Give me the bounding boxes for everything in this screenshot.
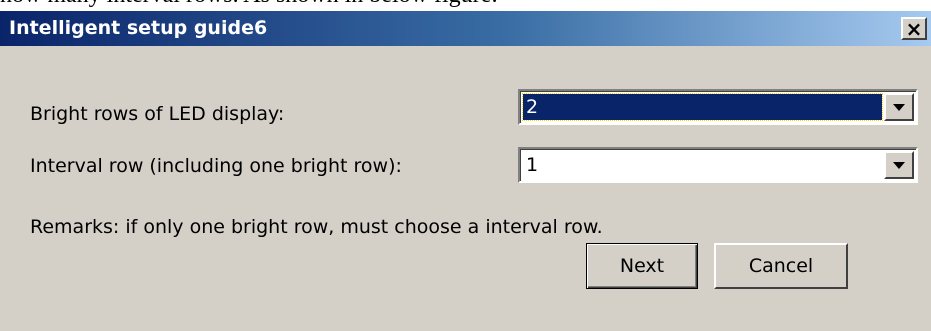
bright-rows-dropdown[interactable]: 2 — [518, 89, 918, 125]
bright-rows-value[interactable]: 2 — [522, 93, 883, 121]
chevron-down-icon — [893, 161, 905, 169]
interval-row-dropdown[interactable]: 1 — [518, 147, 918, 183]
chevron-down-icon — [893, 103, 905, 111]
bright-rows-label: Bright rows of LED display: — [30, 103, 285, 125]
interval-row-dropdown-button[interactable] — [884, 151, 914, 179]
window-title: Intelligent setup guide6 — [9, 17, 268, 39]
interval-row-value[interactable]: 1 — [523, 152, 882, 178]
bright-rows-dropdown-button[interactable] — [884, 93, 914, 121]
remarks-text: Remarks: if only one bright row, must ch… — [30, 216, 603, 238]
close-icon: × — [905, 16, 923, 41]
close-button[interactable]: × — [901, 17, 927, 40]
next-button[interactable]: Next — [586, 243, 698, 289]
title-bar[interactable]: Intelligent setup guide6 × — [0, 11, 931, 46]
setup-guide-dialog: Intelligent setup guide6 × Bright rows o… — [0, 11, 931, 331]
cancel-button[interactable]: Cancel — [714, 243, 848, 289]
interval-row-label: Interval row (including one bright row): — [30, 155, 402, 177]
